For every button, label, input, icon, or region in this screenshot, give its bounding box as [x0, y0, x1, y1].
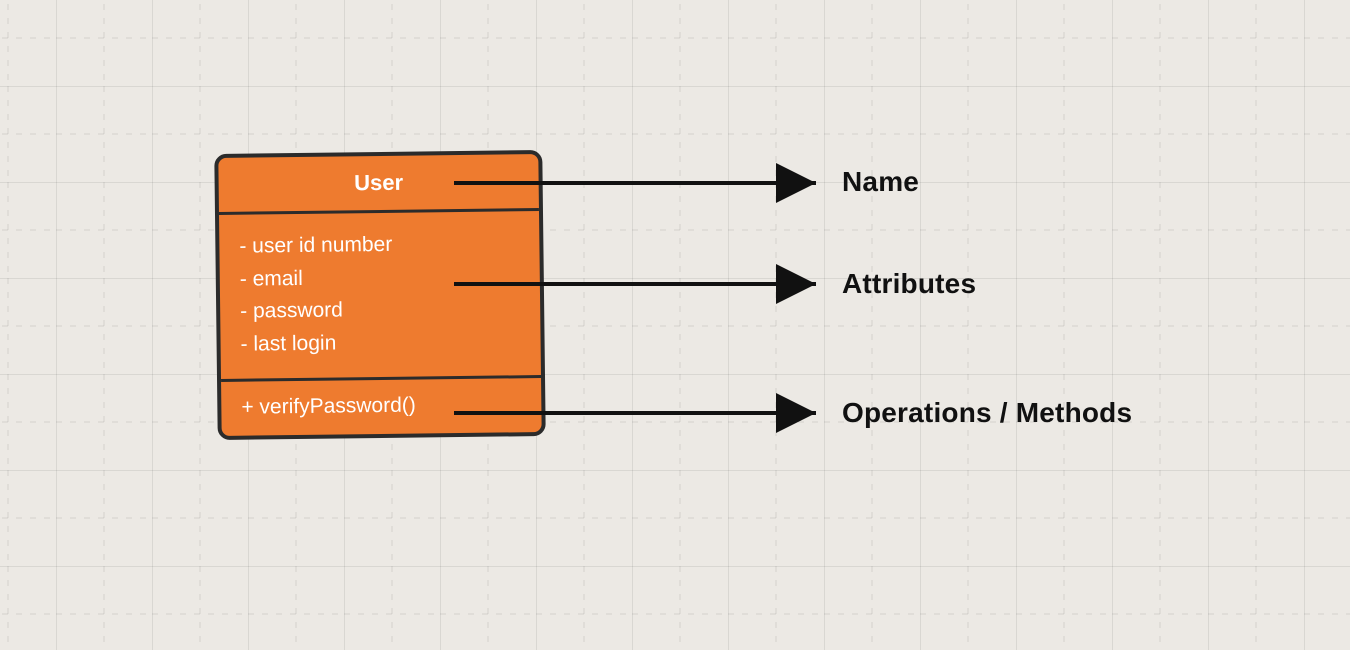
canvas: User - user id number - email - password… — [0, 0, 1350, 650]
uml-attribute: - password — [240, 292, 520, 328]
uml-attribute: - email — [240, 260, 520, 296]
annotation-label-attributes: Attributes — [842, 268, 976, 300]
uml-class-box: User - user id number - email - password… — [214, 150, 545, 440]
uml-operations-section: + verifyPassword() — [221, 378, 542, 436]
uml-attribute: - last login — [240, 325, 520, 361]
uml-class-name: User — [354, 170, 403, 196]
annotation-label-name: Name — [842, 166, 919, 198]
grid-solid-layer — [0, 0, 1350, 650]
uml-operation: + verifyPassword() — [241, 392, 521, 419]
uml-class-name-section: User — [218, 154, 539, 215]
uml-attributes-section: - user id number - email - password - la… — [219, 211, 541, 382]
uml-attribute: - user id number — [239, 227, 519, 263]
annotation-label-operations: Operations / Methods — [842, 397, 1132, 429]
